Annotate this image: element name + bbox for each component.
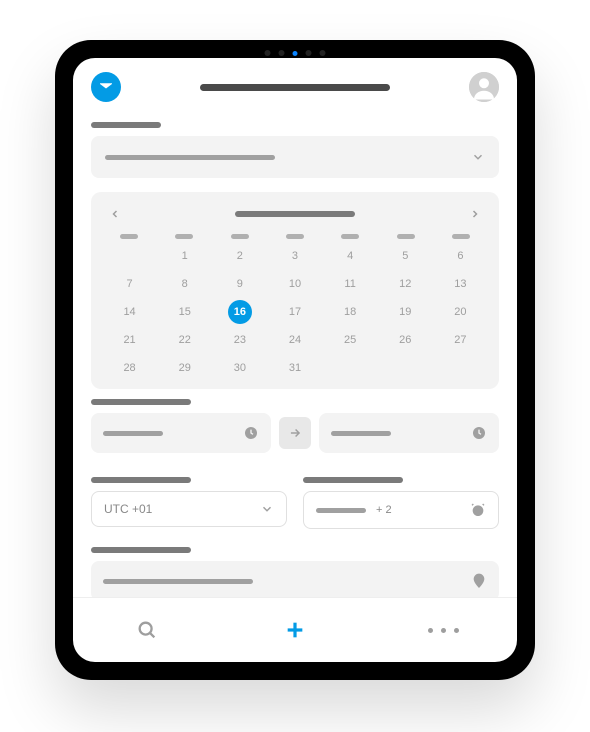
bottom-nav [73, 597, 517, 662]
calendar-day[interactable]: 10 [268, 271, 321, 297]
section-label-timezone [91, 477, 191, 483]
chevron-down-icon [471, 150, 485, 164]
calendar-next-button[interactable] [463, 202, 487, 226]
calendar-day[interactable]: 8 [158, 271, 211, 297]
calendar-day[interactable]: 21 [103, 327, 156, 353]
calendar-day[interactable]: 2 [213, 243, 266, 269]
calendar-day[interactable]: 28 [103, 355, 156, 381]
calendar-day[interactable]: 29 [158, 355, 211, 381]
calendar-day[interactable]: 13 [434, 271, 487, 297]
section-label-reminder [303, 477, 403, 483]
calendar-month-label [235, 211, 355, 217]
calendar-day[interactable]: 3 [268, 243, 321, 269]
page-title [133, 84, 457, 91]
location-pin-icon [471, 573, 487, 589]
calendar-day[interactable]: 14 [103, 299, 156, 325]
calendar-day[interactable]: 4 [324, 243, 377, 269]
calendar-day[interactable]: 15 [158, 299, 211, 325]
calendar-day[interactable]: 26 [379, 327, 432, 353]
nav-add-button[interactable] [275, 610, 315, 650]
top-bar [73, 58, 517, 112]
calendar: 1234567891011121314151617181920212223242… [91, 192, 499, 389]
clock-icon [471, 425, 487, 441]
calendar-grid: 1234567891011121314151617181920212223242… [103, 243, 487, 381]
section-label-category [91, 122, 161, 128]
calendar-day[interactable]: 23 [213, 327, 266, 353]
calendar-day[interactable]: 31 [268, 355, 321, 381]
nav-search-button[interactable] [127, 610, 167, 650]
calendar-day[interactable]: 16 [228, 300, 252, 324]
calendar-day[interactable]: 11 [324, 271, 377, 297]
location-field[interactable] [91, 561, 499, 597]
calendar-day[interactable]: 9 [213, 271, 266, 297]
time-arrow-icon [279, 417, 311, 449]
calendar-day[interactable]: 20 [434, 299, 487, 325]
calendar-day[interactable]: 7 [103, 271, 156, 297]
calendar-day[interactable]: 6 [434, 243, 487, 269]
end-time-field[interactable] [319, 413, 499, 453]
nav-more-button[interactable] [423, 610, 463, 650]
app-logo[interactable] [91, 72, 121, 102]
timezone-select[interactable]: UTC +01 [91, 491, 287, 527]
reminder-extra-count: + 2 [376, 504, 392, 516]
calendar-weekday-row [103, 234, 487, 239]
start-time-field[interactable] [91, 413, 271, 453]
chevron-down-icon [260, 502, 274, 516]
calendar-day[interactable]: 19 [379, 299, 432, 325]
calendar-day[interactable]: 30 [213, 355, 266, 381]
calendar-day[interactable]: 1 [158, 243, 211, 269]
calendar-day[interactable]: 27 [434, 327, 487, 353]
calendar-day[interactable]: 18 [324, 299, 377, 325]
calendar-day[interactable]: 17 [268, 299, 321, 325]
profile-avatar[interactable] [469, 72, 499, 102]
clock-icon [243, 425, 259, 441]
alarm-icon [470, 502, 486, 518]
calendar-day[interactable]: 5 [379, 243, 432, 269]
section-label-time [91, 399, 191, 405]
calendar-prev-button[interactable] [103, 202, 127, 226]
calendar-day[interactable]: 22 [158, 327, 211, 353]
section-label-location [91, 547, 191, 553]
calendar-day[interactable]: 12 [379, 271, 432, 297]
category-dropdown[interactable] [91, 136, 499, 178]
calendar-day[interactable]: 25 [324, 327, 377, 353]
calendar-day[interactable]: 24 [268, 327, 321, 353]
reminder-field[interactable]: + 2 [303, 491, 499, 529]
timezone-value: UTC +01 [104, 502, 152, 516]
